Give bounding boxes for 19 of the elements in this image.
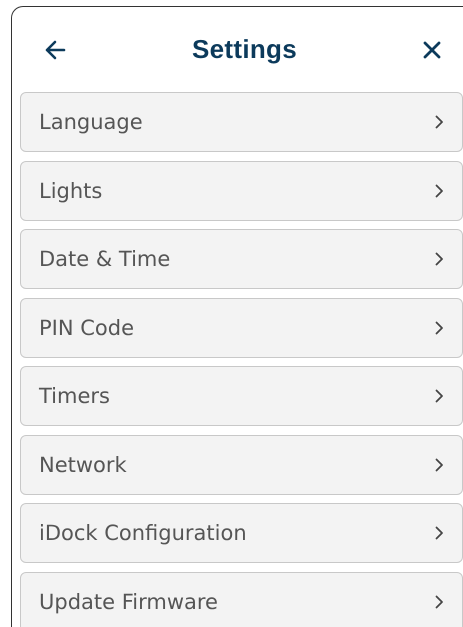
settings-item[interactable]: Timers — [20, 366, 463, 426]
settings-item[interactable]: Update Firmware — [20, 572, 463, 627]
chevron-right-icon — [435, 252, 444, 266]
page-title: Settings — [192, 34, 297, 65]
chevron-right-icon — [435, 115, 444, 129]
close-icon — [423, 40, 441, 58]
settings-item[interactable]: Lights — [20, 160, 463, 220]
chevron-right-icon — [435, 184, 444, 198]
chevron-right-icon — [435, 526, 444, 540]
chevron-right-icon — [435, 594, 444, 608]
settings-item[interactable]: Language — [20, 92, 463, 152]
settings-item[interactable]: Network — [20, 434, 463, 494]
settings-item[interactable]: PIN Code — [20, 298, 463, 358]
settings-item[interactable]: Date & Time — [20, 229, 463, 289]
settings-item[interactable]: iDock Configuration — [20, 503, 463, 563]
back-arrow-icon — [44, 40, 66, 60]
chevron-right-icon — [435, 320, 444, 334]
chevron-right-icon — [435, 458, 444, 472]
chevron-right-icon — [435, 389, 444, 403]
